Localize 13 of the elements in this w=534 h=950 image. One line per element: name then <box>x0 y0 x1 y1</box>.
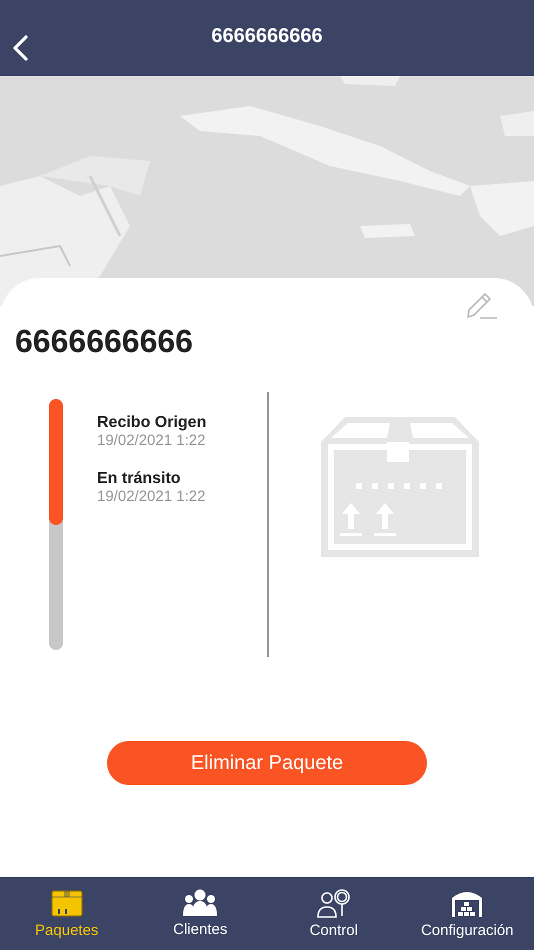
event-title: Recibo Origen <box>97 414 206 432</box>
event-title: En tránsito <box>97 470 182 488</box>
tab[interactable]: Clientes <box>134 877 267 950</box>
tab[interactable]: Paquetes <box>0 877 134 950</box>
tab[interactable]: Control <box>267 877 400 950</box>
people-icon <box>182 889 218 917</box>
tab[interactable]: Configuración <box>400 877 534 950</box>
box-icon <box>50 888 84 918</box>
package-number: 6666666666 <box>15 322 193 360</box>
inspector-icon <box>316 888 352 918</box>
header-title: 6666666666 <box>211 24 323 48</box>
event-date: 19/02/2021 1:22 <box>97 488 206 505</box>
event-date: 19/02/2021 1:22 <box>97 432 206 449</box>
